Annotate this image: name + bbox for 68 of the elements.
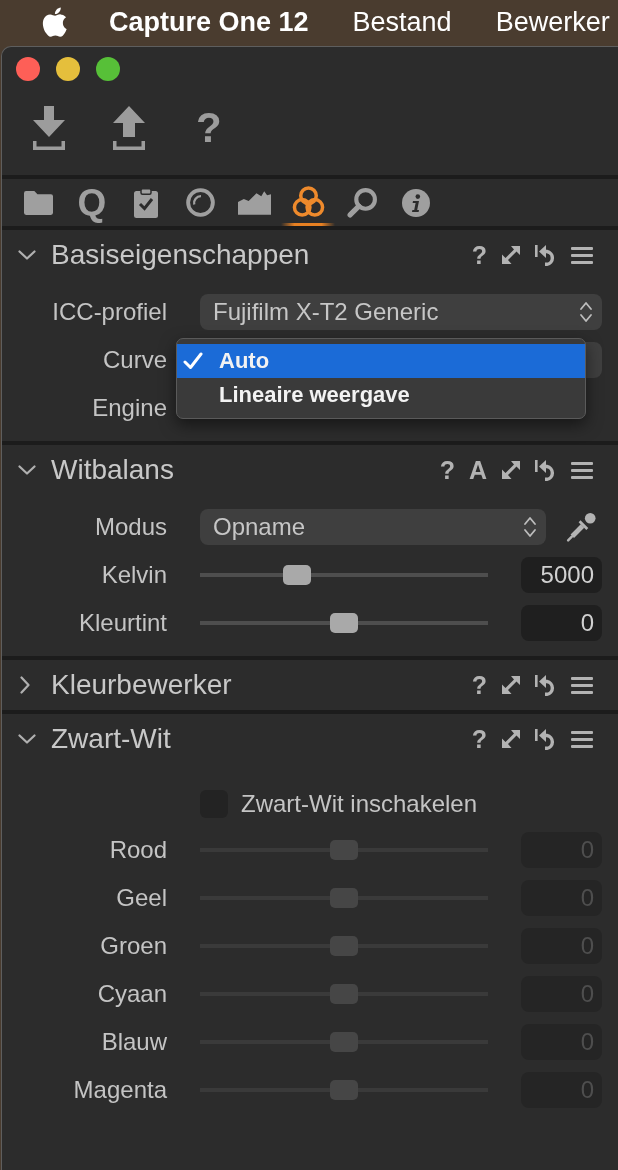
slider-thumb[interactable] (283, 565, 312, 585)
menu-icon[interactable] (571, 461, 593, 479)
field-label: Magenta (73, 1076, 167, 1104)
three-circles-icon (291, 186, 325, 219)
field-label: Geel (116, 884, 167, 912)
folder-icon (23, 190, 53, 215)
help-button[interactable]: ? (471, 726, 487, 752)
chevron-down-icon[interactable] (18, 250, 36, 260)
expand-icon[interactable] (501, 460, 521, 480)
checkmark-icon (183, 352, 203, 370)
updown-chevron-icon (523, 515, 537, 539)
help-button[interactable]: ? (439, 457, 455, 483)
import-icon[interactable] (32, 106, 66, 150)
help-button[interactable]: ? (471, 242, 487, 268)
value-field[interactable]: 5000 (521, 557, 602, 593)
menu-icon[interactable] (571, 730, 593, 748)
apple-icon[interactable] (41, 6, 68, 38)
section-title: Zwart-Wit (51, 723, 171, 755)
help-button[interactable]: ? (196, 106, 222, 150)
section-title: Basiseigenschappen (51, 239, 310, 271)
section-title: Kleurbewerker (51, 669, 232, 701)
select-field[interactable]: Opname (200, 509, 546, 545)
reset-icon[interactable] (535, 674, 557, 696)
help-button[interactable]: ? (471, 672, 487, 698)
info-icon (402, 188, 430, 217)
close-button[interactable] (16, 57, 40, 81)
chevron-right-icon[interactable] (20, 676, 30, 694)
select-field[interactable]: Fujifilm X-T2 Generic (200, 294, 602, 330)
minimize-button[interactable] (56, 57, 80, 81)
field-label: Modus (94, 513, 167, 541)
field-label: Cyaan (97, 980, 167, 1008)
field-label: Curve (102, 346, 167, 374)
value-field[interactable]: 0 (521, 605, 602, 641)
chevron-down-icon[interactable] (18, 465, 36, 475)
expand-icon[interactable] (501, 245, 521, 265)
field-label: Groen (100, 932, 167, 960)
search-icon (346, 187, 378, 218)
expand-icon[interactable] (501, 729, 521, 749)
app-menu[interactable]: Capture One 12 (109, 6, 309, 38)
field-label: Blauw (101, 1028, 167, 1056)
menu-icon[interactable] (571, 676, 593, 694)
export-icon[interactable] (112, 106, 146, 150)
section-title: Witbalans (51, 454, 174, 486)
histogram-icon (237, 190, 271, 215)
field-label: Rood (109, 836, 167, 864)
reset-icon[interactable] (535, 244, 557, 266)
menu-item[interactable]: Auto (177, 344, 585, 378)
reset-icon[interactable] (535, 459, 557, 481)
checkbox-label: Zwart-Wit inschakelen (241, 790, 478, 818)
field-label: Kleurtint (78, 609, 167, 637)
menu-title[interactable]: Bewerker (495, 6, 610, 38)
tool-tab[interactable]: Q (65, 179, 119, 226)
reset-icon[interactable] (535, 728, 557, 750)
chevron-down-icon[interactable] (18, 734, 36, 744)
menu-icon[interactable] (571, 246, 593, 264)
zoom-button[interactable] (96, 57, 120, 81)
eyedropper-icon[interactable] (566, 511, 597, 543)
field-label: Engine (92, 394, 167, 422)
clipboard-check-icon (133, 187, 159, 218)
updown-chevron-icon (579, 300, 593, 324)
slider-thumb[interactable] (330, 613, 358, 633)
auto-button[interactable]: A (468, 457, 487, 483)
menu-item[interactable]: Lineaire weergave (177, 378, 585, 412)
field-label: Kelvin (101, 561, 167, 589)
expand-icon[interactable] (501, 675, 521, 695)
field-label: ICC-profiel (52, 298, 167, 326)
ring-icon (185, 188, 215, 217)
menu-title[interactable]: Bestand (352, 6, 452, 38)
